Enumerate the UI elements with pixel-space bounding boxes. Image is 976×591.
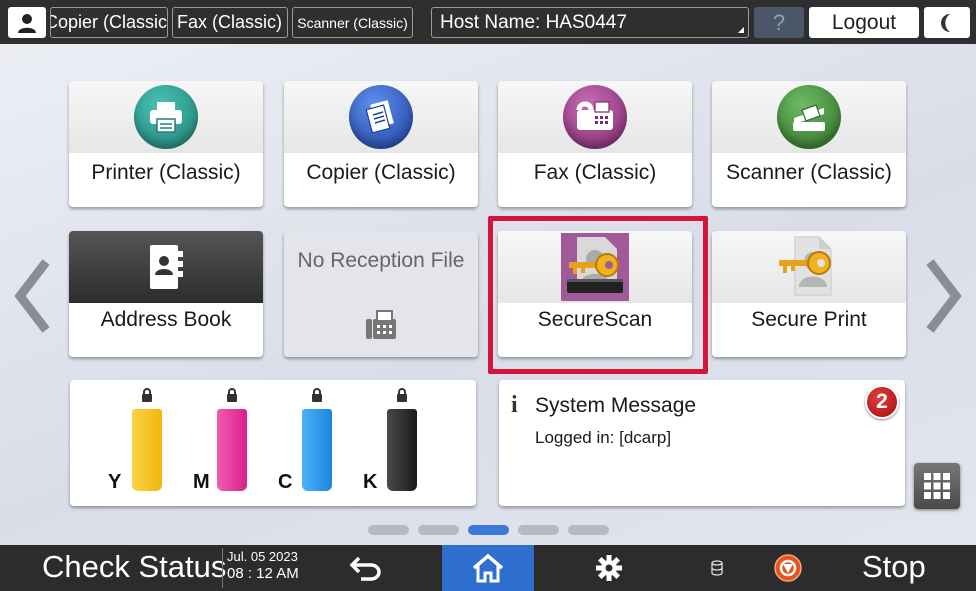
gear-icon xyxy=(596,555,622,581)
system-message-title: System Message xyxy=(535,394,697,417)
lock-icon xyxy=(142,388,152,402)
message-count-badge: 2 xyxy=(865,385,899,419)
previous-page-arrow[interactable] xyxy=(12,258,52,334)
address-book-label: Address Book xyxy=(100,308,232,331)
copier-classic-label: Copier (Classic) xyxy=(306,161,456,184)
host-name-field[interactable]: Host Name: HAS0447 xyxy=(431,7,749,38)
help-button[interactable]: ? xyxy=(754,7,804,38)
page-dot[interactable] xyxy=(568,525,609,535)
page-dot-active[interactable] xyxy=(468,525,509,535)
toner-black: K xyxy=(363,388,417,493)
stop-icon-button[interactable] xyxy=(768,545,808,591)
time-text: 08 : 12 AM xyxy=(227,565,299,582)
printer-classic-app[interactable]: Printer (Classic) xyxy=(69,81,263,207)
grid-icon xyxy=(924,473,950,499)
system-message-widget[interactable]: i System Message Logged in: [dcarp] 2 xyxy=(499,380,905,506)
toner-magenta: M xyxy=(193,388,247,493)
no-reception-file-widget[interactable]: No Reception File xyxy=(284,231,478,357)
toner-letter: K xyxy=(363,471,378,493)
secure-print-label: Secure Print xyxy=(751,308,867,331)
check-status-button[interactable]: Check Status xyxy=(42,549,226,585)
logged-in-text: Logged in: [dcarp] xyxy=(535,428,672,447)
page-indicator xyxy=(368,525,609,535)
address-book-icon xyxy=(150,245,183,289)
lock-icon xyxy=(397,388,407,402)
toner-level-widget[interactable]: Y M C K xyxy=(70,380,476,506)
next-page-arrow[interactable] xyxy=(924,258,964,334)
page-dot[interactable] xyxy=(518,525,559,535)
scanner-classic-app[interactable]: Scanner (Classic) xyxy=(712,81,906,207)
copier-classic-app[interactable]: Copier (Classic) xyxy=(284,81,478,207)
settings-button[interactable] xyxy=(584,545,634,591)
info-icon: i xyxy=(511,392,518,418)
toner-yellow: Y xyxy=(108,388,162,493)
fax-classic-label: Fax (Classic) xyxy=(533,161,657,184)
date-text: Jul. 05 2023 xyxy=(227,549,298,564)
home-icon xyxy=(472,553,504,583)
fax-machine-icon xyxy=(366,310,396,339)
scanner-classic-label: Scanner (Classic) xyxy=(726,161,892,184)
page-dot[interactable] xyxy=(418,525,459,535)
lock-icon xyxy=(227,388,237,402)
toner-letter: Y xyxy=(108,471,122,493)
fax-icon xyxy=(563,85,627,149)
app-list-button[interactable] xyxy=(914,463,960,509)
topbar-copier-button[interactable]: Copier (Classic) xyxy=(50,7,168,38)
top-bar: Copier (Classic) Fax (Classic) Scanner (… xyxy=(0,0,976,44)
stop-icon xyxy=(774,554,802,582)
user-button[interactable] xyxy=(8,7,46,38)
energy-saver-button[interactable] xyxy=(924,7,970,38)
stop-button[interactable]: Stop xyxy=(862,549,926,585)
home-button[interactable] xyxy=(442,545,534,591)
user-icon xyxy=(18,13,36,33)
logout-button[interactable]: Logout xyxy=(809,7,919,38)
moon-icon xyxy=(941,13,950,32)
topbar-fax-button[interactable]: Fax (Classic) xyxy=(172,7,288,38)
page-dot[interactable] xyxy=(368,525,409,535)
no-reception-file-label: No Reception File xyxy=(297,249,465,272)
bottom-bar: Check Status Jul. 05 2023 08 : 12 AM Sto… xyxy=(0,545,976,591)
expand-corner-icon xyxy=(738,27,744,33)
topbar-scanner-button[interactable]: Scanner (Classic) xyxy=(292,7,413,38)
toner-letter: C xyxy=(278,471,293,493)
back-arrow-icon xyxy=(349,556,381,581)
home-screen: Copier (Classic) Fax (Classic) Scanner (… xyxy=(0,0,976,591)
data-indicator xyxy=(704,545,730,591)
selection-highlight xyxy=(488,216,708,374)
toner-cyan: C xyxy=(278,388,332,493)
printer-icon xyxy=(134,85,198,149)
secure-print-app[interactable]: Secure Print xyxy=(712,231,906,357)
printer-classic-label: Printer (Classic) xyxy=(91,161,241,184)
toner-letter: M xyxy=(193,471,210,493)
secure-print-key-icon xyxy=(779,236,832,296)
copier-icon xyxy=(349,85,413,149)
fax-classic-app[interactable]: Fax (Classic) xyxy=(498,81,692,207)
database-icon xyxy=(711,560,723,576)
back-button[interactable] xyxy=(340,545,392,591)
lock-icon xyxy=(312,388,322,402)
host-name-text: Host Name: HAS0447 xyxy=(440,11,627,33)
scanner-icon xyxy=(777,85,841,149)
date-time-display: Jul. 05 2023 08 : 12 AM xyxy=(222,548,320,588)
address-book-app[interactable]: Address Book xyxy=(69,231,263,357)
